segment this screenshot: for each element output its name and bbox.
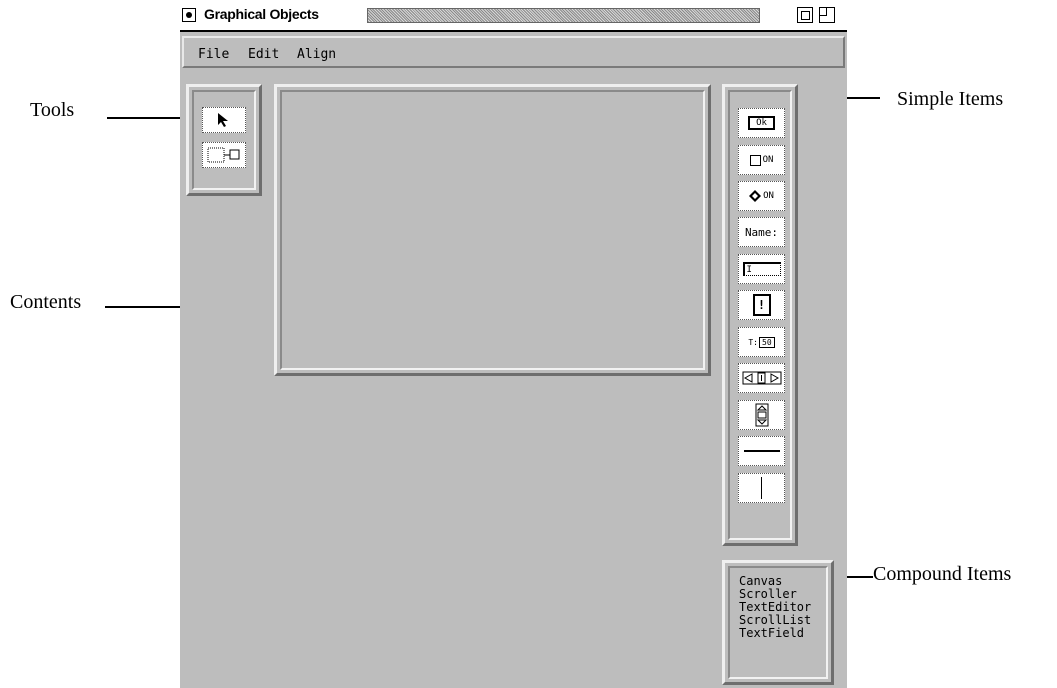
vertical-slider-icon[interactable] xyxy=(738,400,785,430)
annotation-compound-items: Compound Items xyxy=(873,563,1012,585)
textfield-caret: I xyxy=(742,262,781,276)
zoom-box-icon[interactable] xyxy=(797,7,813,23)
checkbox-square-icon xyxy=(749,154,761,166)
textfield-item-icon[interactable]: I xyxy=(738,254,785,284)
title-bar-drag-area[interactable] xyxy=(367,8,760,23)
alert-mark: ! xyxy=(752,294,771,316)
compound-items-list: Canvas Scroller TextEditor ScrollList Te… xyxy=(739,575,811,640)
annotation-line-tools xyxy=(107,117,183,119)
numeric-field-icon[interactable]: T: 50 xyxy=(738,327,785,357)
label-item-icon[interactable]: Name: xyxy=(738,217,785,247)
menu-align[interactable]: Align xyxy=(297,47,336,62)
annotation-simple-items: Simple Items xyxy=(897,88,1004,110)
menu-edit[interactable]: Edit xyxy=(248,47,279,62)
menu-bar: File Edit Align xyxy=(182,36,845,68)
horizontal-line-icon[interactable] xyxy=(738,436,785,466)
button-item-label: Ok xyxy=(748,116,775,130)
vertical-line-icon[interactable] xyxy=(738,473,785,503)
collapse-box-icon[interactable] xyxy=(819,7,835,23)
title-bar[interactable]: Graphical Objects xyxy=(180,4,847,30)
window-title: Graphical Objects xyxy=(204,6,319,22)
close-box-icon[interactable] xyxy=(182,8,196,22)
annotation-tools: Tools xyxy=(30,99,75,121)
compound-item-textfield[interactable]: TextField xyxy=(739,627,811,640)
numeric-field-label: T: xyxy=(748,337,758,347)
diamond-icon xyxy=(749,190,762,202)
button-item-icon[interactable]: Ok xyxy=(738,108,785,138)
horizontal-slider-icon[interactable] xyxy=(738,363,785,393)
radio-item-label: ON xyxy=(763,191,774,201)
simple-items-palette: Ok ON ON Name: I ! T: 50 xyxy=(722,84,798,546)
menu-file[interactable]: File xyxy=(198,47,229,62)
numeric-field-value: 50 xyxy=(759,336,775,348)
tools-palette xyxy=(186,84,262,196)
alert-item-icon[interactable]: ! xyxy=(738,290,785,320)
contents-area[interactable] xyxy=(274,84,711,376)
label-item-label: Name: xyxy=(744,225,779,239)
annotation-contents: Contents xyxy=(10,291,82,313)
compound-items-palette: Canvas Scroller TextEditor ScrollList Te… xyxy=(722,560,834,685)
graphical-objects-window: File Edit Align Ok ON ON Name: I ! T: 50… xyxy=(180,32,847,688)
checkbox-item-icon[interactable]: ON xyxy=(738,145,785,175)
arrow-pointer-icon[interactable] xyxy=(202,107,246,133)
radio-item-icon[interactable]: ON xyxy=(738,181,785,211)
checkbox-item-label: ON xyxy=(762,155,774,165)
connect-tool-icon[interactable] xyxy=(202,142,246,168)
